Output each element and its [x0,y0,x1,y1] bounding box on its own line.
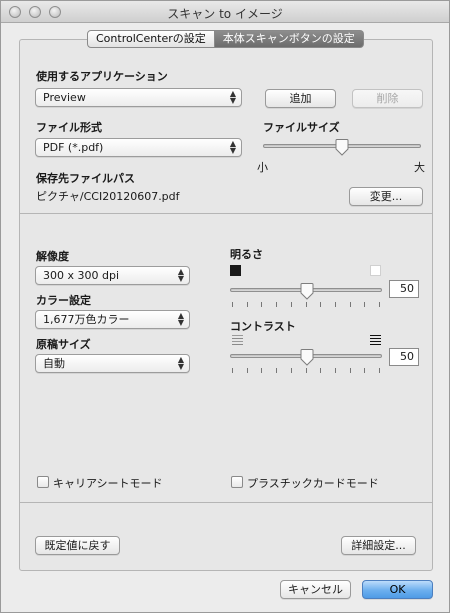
section-divider [19,213,433,214]
select-arrows-icon: ▲ ▼ [229,89,236,105]
advanced-settings-button[interactable]: 詳細設定... [341,536,416,555]
section-divider [19,502,433,503]
slider-tick [261,302,262,307]
settings-tabs: ControlCenterの設定 本体スキャンボタンの設定 [87,30,364,48]
contrast-slider-thumb[interactable] [300,349,314,366]
dark-icon [230,265,241,276]
carrier-sheet-label[interactable]: キャリアシートモード [53,475,163,491]
light-icon [370,265,381,276]
add-application-button[interactable]: 追加 [265,89,336,108]
slider-tick [364,302,365,307]
cancel-button[interactable]: キャンセル [280,580,351,599]
slider-tick [320,368,321,373]
color-setting-label: カラー設定 [36,294,91,307]
high-contrast-icon [370,335,381,346]
file-size-slider-thumb[interactable] [335,139,349,156]
window-title: スキャン to イメージ [167,7,283,21]
file-type-select[interactable]: PDF (*.pdf) ▲ ▼ [35,138,242,157]
brightness-slider-ticks [232,302,380,307]
slider-tick [350,302,351,307]
save-path-label: 保存先ファイルパス [36,172,135,185]
slider-tick [276,302,277,307]
delete-application-button[interactable]: 削除 [352,89,423,108]
document-size-select[interactable]: 自動 ▲ ▼ [35,354,190,373]
resolution-label: 解像度 [36,250,69,263]
change-path-button[interactable]: 変更... [349,187,423,206]
select-arrows-icon: ▲ ▼ [229,139,236,155]
select-arrows-icon: ▲ ▼ [177,311,184,327]
file-size-max-label: 大 [414,161,425,174]
resolution-select[interactable]: 300 x 300 dpi ▲ ▼ [35,266,190,285]
contrast-slider-ticks [232,368,380,373]
save-path-value: ピクチャ/CCI20120607.pdf [36,190,180,203]
slider-tick [247,368,248,373]
brightness-label: 明るさ [230,248,263,261]
slider-tick [379,368,380,373]
scan-to-image-window: スキャン to イメージ ControlCenterの設定 本体スキャンボタンの… [0,0,450,613]
carrier-sheet-checkbox[interactable] [37,476,49,488]
application-select-value: Preview [43,91,86,104]
slider-tick [306,302,307,307]
slider-tick [291,302,292,307]
select-arrows-icon: ▲ ▼ [177,355,184,371]
select-arrows-icon: ▲ ▼ [177,267,184,283]
slider-tick [291,368,292,373]
slider-tick [261,368,262,373]
brightness-value-field[interactable]: 50 [389,280,419,298]
slider-tick [335,368,336,373]
slider-tick [350,368,351,373]
brightness-slider-thumb[interactable] [300,283,314,300]
file-type-label: ファイル形式 [36,121,102,134]
file-size-min-label: 小 [257,161,268,174]
color-setting-select[interactable]: 1,677万色カラー ▲ ▼ [35,310,190,329]
slider-tick [247,302,248,307]
application-label: 使用するアプリケーション [36,70,168,83]
contrast-label: コントラスト [230,320,296,333]
file-size-label: ファイルサイズ [263,121,340,134]
resolution-select-value: 300 x 300 dpi [43,269,120,282]
slider-tick [364,368,365,373]
file-type-select-value: PDF (*.pdf) [43,141,104,154]
tab-device-scan-button-settings[interactable]: 本体スキャンボタンの設定 [214,30,364,48]
slider-tick [276,368,277,373]
ok-button[interactable]: OK [362,580,433,599]
plastic-card-label[interactable]: プラスチックカードモード [247,475,379,491]
slider-tick [232,302,233,307]
color-setting-select-value: 1,677万色カラー [43,313,130,326]
slider-tick [379,302,380,307]
slider-tick [320,302,321,307]
title-bar: スキャン to イメージ [1,1,449,23]
low-contrast-icon [232,335,243,346]
contrast-value-field[interactable]: 50 [389,348,419,366]
slider-tick [335,302,336,307]
plastic-card-checkbox[interactable] [231,476,243,488]
slider-tick [306,368,307,373]
slider-tick [232,368,233,373]
document-size-select-value: 自動 [43,357,65,370]
document-size-label: 原稿サイズ [36,338,91,351]
restore-defaults-button[interactable]: 既定値に戻す [35,536,120,555]
tab-controlcenter-settings[interactable]: ControlCenterの設定 [87,30,215,48]
application-select[interactable]: Preview ▲ ▼ [35,88,242,107]
